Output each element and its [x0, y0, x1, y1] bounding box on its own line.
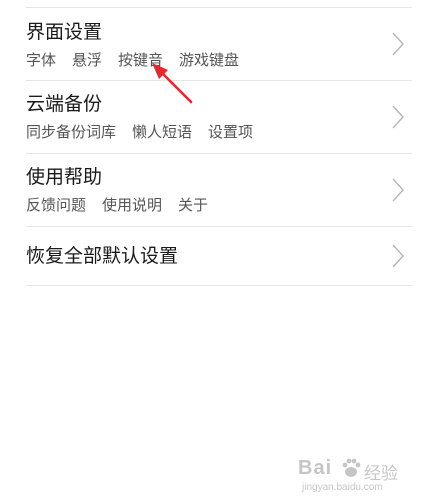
subitem-font: 字体	[26, 51, 57, 69]
chevron-right-icon	[392, 105, 404, 129]
subitem-instructions: 使用说明	[102, 196, 163, 214]
baidu-jingyan-watermark: Bai 经验 jingyan.baidu.com	[298, 457, 420, 497]
row-title-restore-defaults: 恢复全部默认设置	[26, 245, 179, 267]
row-title-cloud-backup: 云端备份	[26, 93, 103, 115]
watermark-brand: Bai	[298, 457, 333, 479]
chevron-right-icon	[392, 32, 404, 56]
subitem-game-keyboard: 游戏键盘	[179, 51, 240, 69]
subitem-float: 悬浮	[72, 51, 103, 69]
subitem-feedback: 反馈问题	[26, 196, 87, 214]
settings-row-cloud-backup[interactable]: 云端备份 同步备份词库 懒人短语 设置项	[0, 81, 434, 153]
row-subitems-cloud-backup: 同步备份词库 懒人短语 设置项	[26, 122, 253, 142]
chevron-right-icon	[392, 178, 404, 202]
paw-icon	[342, 458, 361, 477]
subitem-about: 关于	[178, 196, 209, 214]
subitem-lazy-phrases: 懒人短语	[132, 123, 193, 141]
watermark-brand-suffix: 经验	[364, 464, 398, 483]
chevron-right-icon	[392, 244, 404, 268]
subitem-settings-items: 设置项	[208, 123, 254, 141]
row-title-help: 使用帮助	[26, 166, 103, 188]
subitem-key-sound: 按键音	[118, 51, 164, 69]
divider-bottom	[26, 285, 412, 286]
settings-row-restore-defaults[interactable]: 恢复全部默认设置	[0, 227, 434, 285]
row-subitems-help: 反馈问题 使用说明 关于	[26, 195, 208, 215]
settings-row-help[interactable]: 使用帮助 反馈问题 使用说明 关于	[0, 154, 434, 226]
settings-row-interface[interactable]: 界面设置 字体 悬浮 按键音 游戏键盘	[0, 8, 434, 80]
row-subitems-interface: 字体 悬浮 按键音 游戏键盘	[26, 50, 239, 70]
subitem-sync-dictionary: 同步备份词库	[26, 123, 117, 141]
row-title-interface: 界面设置	[26, 21, 103, 43]
watermark-url: jingyan.baidu.com	[302, 482, 383, 493]
